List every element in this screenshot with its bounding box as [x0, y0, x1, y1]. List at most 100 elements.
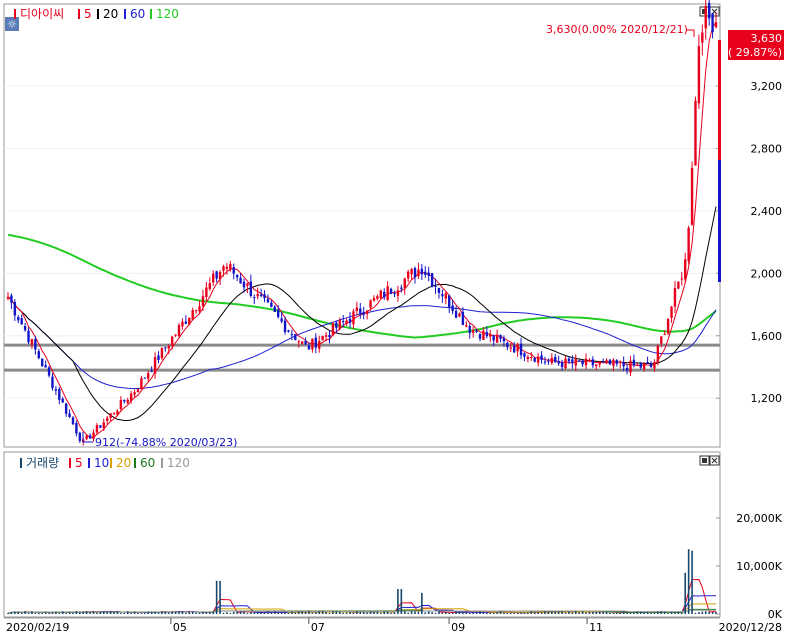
- volume-bar[interactable]: [140, 613, 143, 614]
- volume-bar[interactable]: [325, 612, 327, 614]
- volume-bar[interactable]: [523, 612, 526, 614]
- volume-bar[interactable]: [602, 612, 604, 614]
- volume-bar[interactable]: [41, 612, 44, 614]
- volume-bar[interactable]: [609, 612, 611, 614]
- volume-bar[interactable]: [202, 611, 204, 614]
- volume-bar[interactable]: [294, 612, 297, 614]
- volume-bar[interactable]: [383, 611, 386, 614]
- volume-bar[interactable]: [691, 550, 693, 614]
- volume-bar[interactable]: [150, 611, 153, 614]
- volume-bar[interactable]: [540, 612, 543, 614]
- volume-bar[interactable]: [581, 611, 584, 614]
- volume-bar[interactable]: [195, 612, 197, 614]
- volume-bar[interactable]: [646, 612, 649, 614]
- candle[interactable]: [608, 358, 612, 365]
- volume-bar[interactable]: [444, 612, 447, 614]
- volume-bar[interactable]: [277, 612, 280, 614]
- volume-bar[interactable]: [130, 612, 132, 614]
- volume-bar[interactable]: [126, 611, 129, 614]
- volume-bar[interactable]: [369, 611, 372, 614]
- candle[interactable]: [690, 161, 694, 226]
- volume-bar[interactable]: [619, 612, 622, 614]
- volume-bar[interactable]: [633, 612, 635, 614]
- volume-bar[interactable]: [270, 612, 273, 614]
- volume-bar[interactable]: [137, 612, 139, 614]
- volume-bar[interactable]: [185, 612, 187, 614]
- volume-bar[interactable]: [390, 612, 392, 614]
- volume-bar[interactable]: [544, 611, 546, 614]
- volume-bar[interactable]: [10, 611, 13, 614]
- volume-bar[interactable]: [530, 611, 533, 614]
- volume-bar[interactable]: [44, 612, 47, 614]
- volume-bar[interactable]: [592, 611, 594, 614]
- volume-bar[interactable]: [243, 611, 245, 614]
- volume-bar[interactable]: [31, 611, 33, 614]
- volume-bar[interactable]: [701, 611, 704, 614]
- volume-bar[interactable]: [106, 612, 108, 614]
- volume-bar[interactable]: [547, 611, 550, 614]
- volume-bar[interactable]: [674, 612, 676, 614]
- volume-bar[interactable]: [51, 612, 54, 614]
- volume-bar[interactable]: [482, 612, 485, 614]
- volume-bar[interactable]: [568, 611, 570, 614]
- candle[interactable]: [160, 347, 164, 360]
- volume-bar[interactable]: [116, 611, 119, 614]
- volume-bar[interactable]: [222, 612, 225, 614]
- volume-bar[interactable]: [479, 611, 481, 614]
- volume-bar[interactable]: [113, 611, 115, 614]
- volume-bar[interactable]: [537, 612, 539, 614]
- volume-bar[interactable]: [297, 611, 300, 614]
- volume-bar[interactable]: [181, 611, 184, 614]
- volume-bar[interactable]: [236, 611, 238, 614]
- volume-bar[interactable]: [362, 611, 365, 614]
- volume-bar[interactable]: [65, 612, 67, 614]
- volume-bar[interactable]: [585, 612, 587, 614]
- volume-bar[interactable]: [626, 612, 628, 614]
- volume-bar[interactable]: [650, 612, 652, 614]
- volume-bar[interactable]: [373, 611, 375, 614]
- volume-bar[interactable]: [386, 611, 389, 614]
- volume-bar[interactable]: [92, 611, 95, 614]
- candle[interactable]: [430, 273, 434, 288]
- volume-bar[interactable]: [318, 611, 321, 614]
- volume-bar[interactable]: [410, 611, 413, 614]
- candle[interactable]: [41, 358, 44, 367]
- volume-bar[interactable]: [226, 612, 228, 614]
- volume-bar[interactable]: [639, 611, 642, 614]
- volume-bar[interactable]: [441, 612, 444, 614]
- volume-bar[interactable]: [232, 611, 235, 614]
- volume-bar[interactable]: [629, 612, 632, 614]
- volume-bar[interactable]: [24, 611, 26, 614]
- volume-bar[interactable]: [622, 611, 625, 614]
- volume-bar[interactable]: [448, 613, 451, 614]
- maximize-icon[interactable]: [699, 6, 710, 17]
- volume-bar[interactable]: [34, 612, 37, 614]
- volume-bar[interactable]: [527, 612, 529, 614]
- volume-bar[interactable]: [291, 611, 293, 614]
- volume-bar[interactable]: [273, 611, 276, 614]
- volume-bar[interactable]: [533, 612, 536, 614]
- volume-bar[interactable]: [58, 612, 61, 614]
- volume-bar[interactable]: [239, 611, 242, 614]
- volume-bar[interactable]: [486, 613, 488, 614]
- volume-bar[interactable]: [356, 611, 358, 614]
- volume-bar[interactable]: [37, 612, 40, 614]
- volume-bar[interactable]: [102, 611, 105, 614]
- volume-bar[interactable]: [465, 611, 468, 614]
- volume-bar[interactable]: [513, 612, 516, 614]
- volume-bar[interactable]: [616, 612, 618, 614]
- volume-bar[interactable]: [605, 612, 608, 614]
- volume-bar[interactable]: [304, 611, 307, 614]
- volume-bar[interactable]: [253, 612, 256, 614]
- volume-bar[interactable]: [704, 611, 707, 614]
- volume-bar[interactable]: [144, 612, 146, 614]
- volume-bar[interactable]: [208, 611, 211, 614]
- volume-bar[interactable]: [198, 612, 201, 614]
- volume-bar[interactable]: [468, 612, 471, 614]
- volume-bar[interactable]: [657, 611, 659, 614]
- volume-bar[interactable]: [174, 611, 177, 614]
- volume-bar[interactable]: [99, 611, 102, 614]
- volume-bar[interactable]: [308, 611, 310, 614]
- volume-bar[interactable]: [48, 613, 50, 614]
- candle[interactable]: [687, 225, 690, 265]
